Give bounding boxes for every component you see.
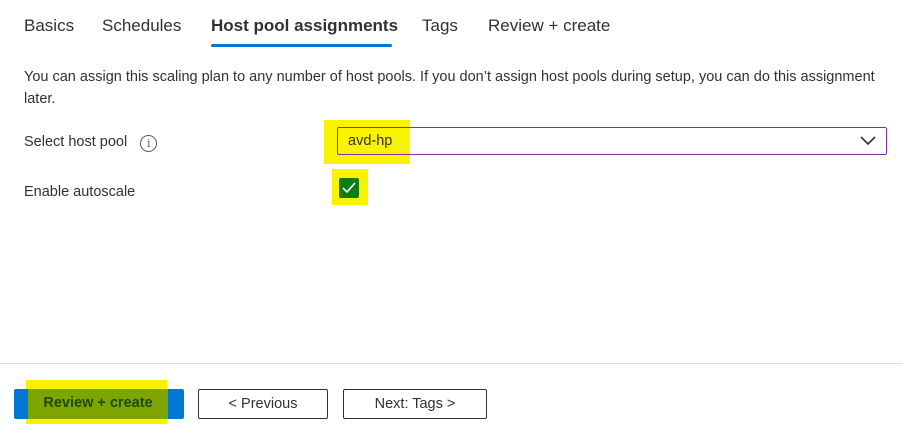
tab-host-pool-assignments[interactable]: Host pool assignments [211,16,398,36]
tab-basics[interactable]: Basics [24,16,74,36]
next-tags-button[interactable]: Next: Tags > [343,389,487,419]
host-pool-value: avd-hp [348,133,393,149]
tab-review-create[interactable]: Review + create [488,16,610,36]
tab-schedules[interactable]: Schedules [102,16,181,36]
footer-divider [0,363,903,364]
chevron-down-icon [860,136,876,146]
tab-bar: Basics Schedules Host pool assignments T… [0,0,903,50]
checkmark-icon [342,182,356,194]
host-pool-label: Select host pool [24,134,128,150]
autoscale-label: Enable autoscale [24,184,136,200]
host-pool-dropdown[interactable]: avd-hp [337,127,887,155]
review-create-button[interactable]: Review + create [28,389,168,419]
previous-button[interactable]: < Previous [198,389,328,419]
info-icon[interactable]: i [140,135,158,152]
active-tab-indicator [211,44,392,47]
tab-tags[interactable]: Tags [422,16,458,36]
host-pool-label-row: Select host pool i [24,134,158,152]
description-text: You can assign this scaling plan to any … [24,69,875,107]
autoscale-checkbox[interactable] [339,178,359,198]
